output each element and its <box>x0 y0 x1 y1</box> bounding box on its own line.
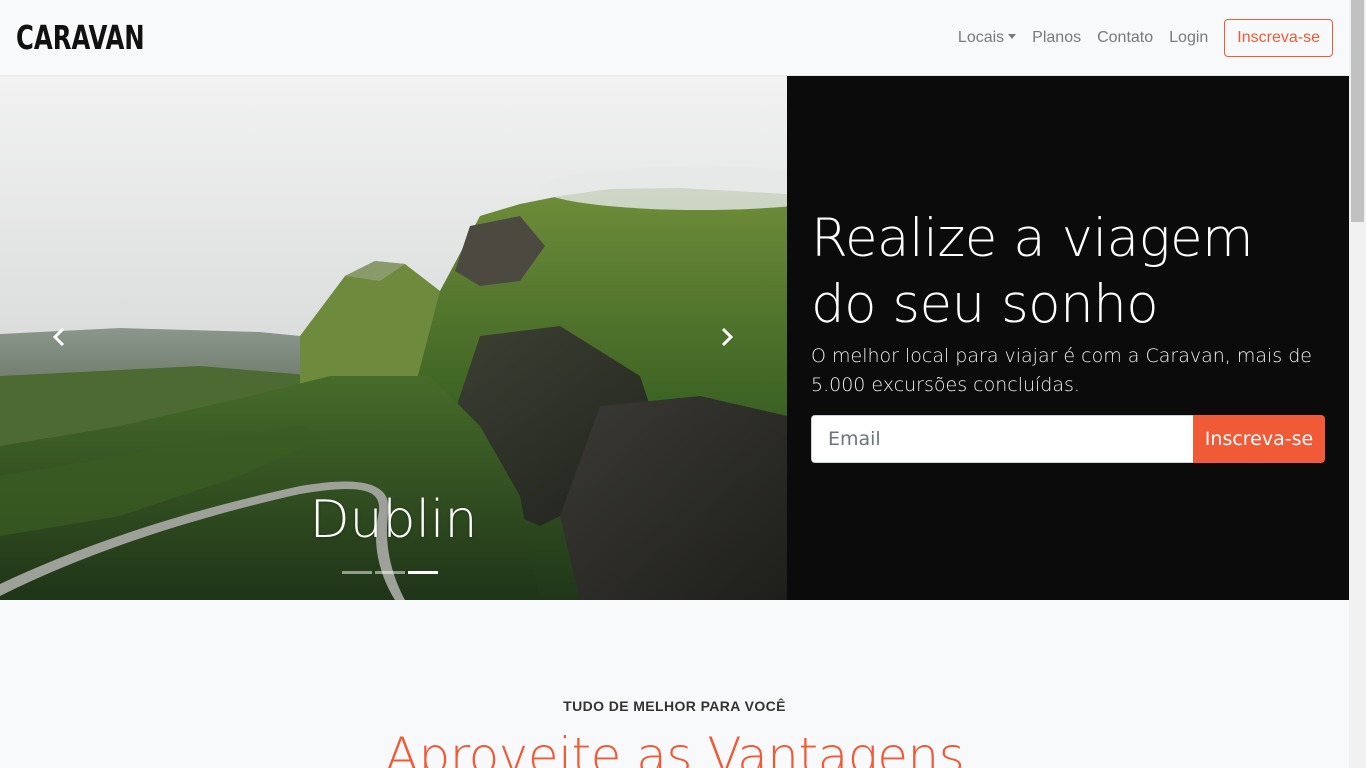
navbar: CARAVAN Locais Planos Contato Login Insc… <box>0 0 1349 76</box>
signup-nav-button[interactable]: Inscreva-se <box>1224 18 1333 57</box>
carousel-prev-button[interactable] <box>48 324 70 350</box>
benefits-eyebrow: TUDO DE MELHOR PARA VOCÊ <box>563 698 786 714</box>
signup-subtitle: O melhor local para viajar é com a Carav… <box>811 345 1312 396</box>
scrollbar-thumb[interactable] <box>1351 0 1364 222</box>
carousel-indicator-2[interactable] <box>375 571 405 574</box>
chevron-right-icon <box>721 327 734 347</box>
email-input[interactable] <box>811 415 1193 463</box>
carousel: Dublin <box>0 76 787 600</box>
nav-link-locais[interactable]: Locais <box>950 29 1024 47</box>
brand-logo[interactable]: CARAVAN <box>16 21 145 54</box>
nav-link-label: Locais <box>957 28 1005 46</box>
page-content: CARAVAN Locais Planos Contato Login Insc… <box>0 0 1349 768</box>
caret-down-icon <box>1008 34 1017 39</box>
benefits-title: Aproveite as Vantagens <box>384 727 965 768</box>
carousel-indicator-1[interactable] <box>342 571 372 574</box>
carousel-indicators <box>342 571 438 574</box>
signup-panel: Realize a viagem do seu sonho O melhor l… <box>787 76 1349 600</box>
carousel-caption: Dublin <box>309 490 478 550</box>
nav-link-planos[interactable]: Planos <box>1024 29 1089 47</box>
nav-link-login[interactable]: Login <box>1161 29 1216 47</box>
page: CARAVAN Locais Planos Contato Login Insc… <box>0 0 1366 768</box>
carousel-indicator-3[interactable] <box>408 571 438 574</box>
nav-links: Locais Planos Contato Login Inscreva-se <box>950 18 1333 57</box>
hero: Dublin Realize a viagem do seu sonho O m… <box>0 76 1349 600</box>
signup-title: Realize a viagem do seu sonho <box>811 208 1254 335</box>
page-scrollbar[interactable] <box>1349 0 1366 768</box>
signup-form: Inscreva-se <box>811 415 1325 463</box>
nav-link-contato[interactable]: Contato <box>1089 29 1161 47</box>
carousel-next-button[interactable] <box>716 324 738 350</box>
signup-submit-button[interactable]: Inscreva-se <box>1193 415 1325 463</box>
chevron-left-icon <box>52 327 65 347</box>
benefits-section: TUDO DE MELHOR PARA VOCÊ Aproveite as Va… <box>0 600 1349 768</box>
